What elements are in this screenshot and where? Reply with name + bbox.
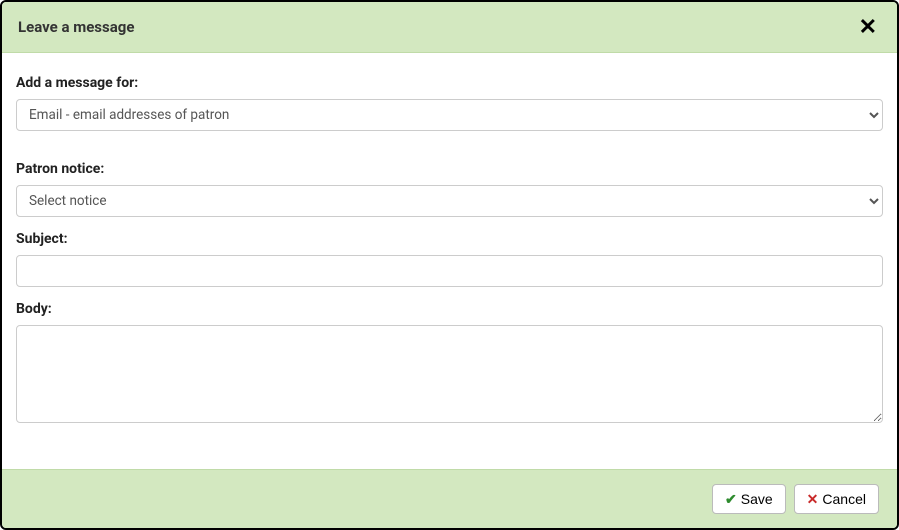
add-message-group: Add a message for: Email - email address… <box>16 75 883 131</box>
check-icon: ✔ <box>725 492 737 506</box>
modal-footer: ✔ Save ✕ Cancel <box>2 469 897 528</box>
save-label: Save <box>741 492 773 506</box>
add-message-label: Add a message for: <box>16 75 883 91</box>
close-button[interactable]: ✕ <box>855 16 881 38</box>
patron-notice-group: Patron notice: Select notice <box>16 161 883 217</box>
subject-label: Subject: <box>16 231 883 247</box>
subject-input[interactable] <box>16 255 883 287</box>
body-label: Body: <box>16 301 883 317</box>
close-icon: ✕ <box>859 14 877 39</box>
patron-notice-label: Patron notice: <box>16 161 883 177</box>
leave-message-modal: Leave a message ✕ Add a message for: Ema… <box>0 0 899 530</box>
patron-notice-select[interactable]: Select notice <box>16 185 883 217</box>
modal-title: Leave a message <box>18 18 134 36</box>
add-message-select[interactable]: Email - email addresses of patron <box>16 99 883 131</box>
body-textarea[interactable] <box>16 325 883 423</box>
subject-group: Subject: <box>16 231 883 287</box>
cross-icon: ✕ <box>807 492 819 506</box>
cancel-button[interactable]: ✕ Cancel <box>794 484 879 514</box>
modal-body: Add a message for: Email - email address… <box>2 53 897 469</box>
save-button[interactable]: ✔ Save <box>712 484 786 514</box>
body-group: Body: <box>16 301 883 427</box>
modal-header: Leave a message ✕ <box>2 2 897 53</box>
cancel-label: Cancel <box>822 492 866 506</box>
